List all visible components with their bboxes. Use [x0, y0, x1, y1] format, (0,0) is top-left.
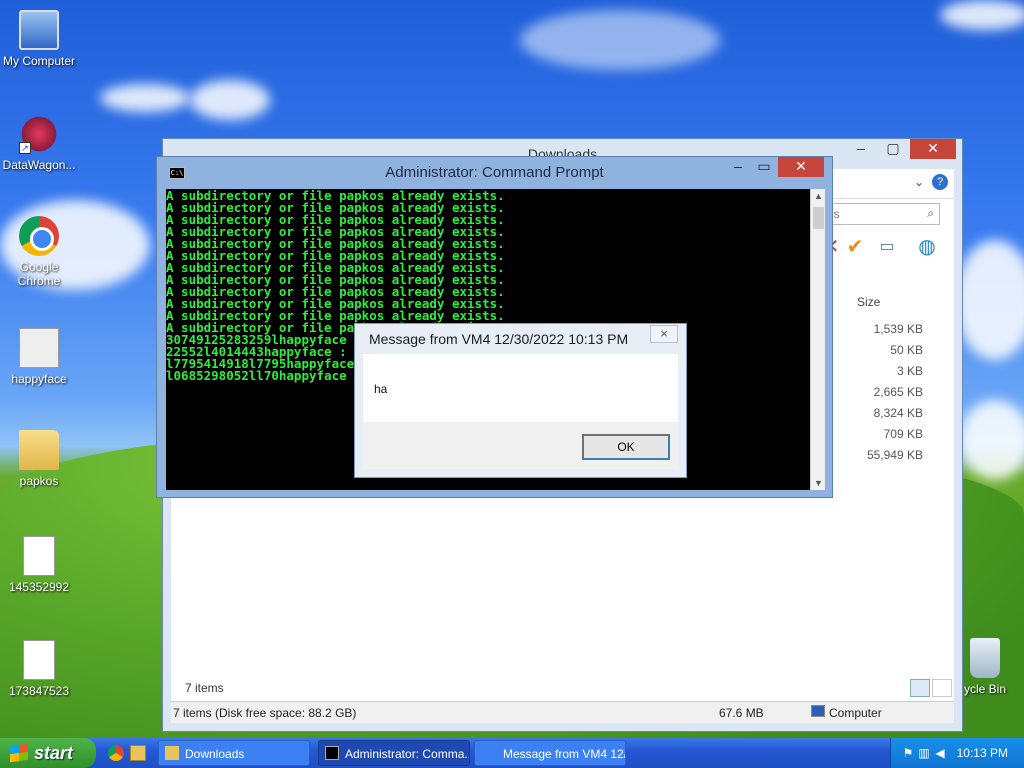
file-size: 1,539 KB: [873, 322, 923, 336]
cmd-title-bar[interactable]: C:\ Administrator: Command Prompt – ▭ ✕: [157, 157, 832, 189]
folder-icon: [165, 746, 179, 760]
search-icon[interactable]: ⌕: [927, 206, 934, 221]
task-label: Administrator: Comma...: [345, 747, 470, 761]
file-size: 709 KB: [883, 427, 923, 441]
file-size: 50 KB: [890, 343, 923, 357]
taskbar-item-command-prompt[interactable]: Administrator: Comma...: [318, 740, 470, 766]
computer-icon: [811, 705, 825, 717]
status-total-size: 67.6 MB: [719, 706, 764, 720]
status-disk-space: 7 items (Disk free space: 88.2 GB): [173, 706, 357, 720]
chrome-icon: [19, 216, 59, 256]
close-button[interactable]: ✕: [778, 157, 824, 177]
close-button[interactable]: ×: [650, 325, 678, 343]
taskbar-item-message[interactable]: Message from VM4 12/...: [474, 740, 626, 766]
size-column: 1,539 KB 50 KB 3 KB 2,665 KB 8,324 KB 70…: [831, 319, 923, 466]
desktop-icon-google-chrome[interactable]: Google Chrome: [0, 216, 78, 288]
properties-icon[interactable]: ▭: [875, 235, 899, 259]
vertical-scrollbar[interactable]: ▲ ▼: [810, 189, 825, 490]
cloud: [940, 0, 1024, 30]
clock[interactable]: 10:13 PM: [957, 746, 1008, 760]
windows-logo-icon: [10, 743, 28, 763]
action-center-flag-icon[interactable]: ⚑: [901, 746, 915, 760]
start-button[interactable]: start: [0, 738, 96, 768]
file-size: 2,665 KB: [873, 385, 923, 399]
toolbar: ✕ ✔ ▭ ◍: [819, 231, 954, 263]
text-file-icon: [23, 640, 55, 680]
desktop-icon-label: 173847523: [8, 684, 70, 698]
task-label: Message from VM4 12/...: [503, 747, 626, 761]
computer-icon: [19, 10, 59, 50]
desktop-icon-label: papkos: [19, 474, 59, 488]
volume-icon[interactable]: ◀: [933, 746, 947, 760]
help-icon[interactable]: ?: [932, 174, 948, 190]
item-count: 7 items: [185, 681, 224, 695]
taskbar-item-downloads[interactable]: Downloads: [158, 740, 310, 766]
large-icons-view-icon[interactable]: [932, 679, 952, 697]
column-header-size[interactable]: Size: [857, 295, 880, 309]
explorer-icon[interactable]: [130, 745, 146, 761]
cloud: [960, 400, 1024, 480]
dialog-message: ha: [374, 382, 388, 396]
status-location: Computer: [829, 706, 882, 720]
desktop-icon-label: Google Chrome: [17, 260, 61, 288]
ok-button[interactable]: OK: [582, 434, 670, 460]
scroll-up-icon[interactable]: ▲: [811, 189, 826, 203]
dialog-message-area: ha: [363, 354, 678, 422]
dialog-title-bar[interactable]: Message from VM4 12/30/2022 10:13 PM ×: [355, 324, 686, 354]
cmd-title: Administrator: Command Prompt: [385, 164, 604, 181]
desktop-icon-my-computer[interactable]: My Computer: [0, 10, 78, 68]
details-view-icon[interactable]: [910, 679, 930, 697]
task-label: Downloads: [185, 747, 245, 761]
cmd-icon: C:\: [169, 167, 185, 179]
folder-icon: [19, 430, 59, 470]
cloud: [190, 80, 270, 120]
desktop-icon-label: 145352992: [8, 580, 70, 594]
minimize-button[interactable]: –: [724, 157, 752, 177]
system-tray: ⚑ ▥ ◀ 10:13 PM: [890, 738, 1024, 768]
datawagon-icon: ↗: [19, 114, 59, 154]
cloud: [955, 240, 1024, 360]
taskbar: start Downloads Administrator: Comma... …: [0, 738, 1024, 768]
text-file-icon: [23, 536, 55, 576]
chevron-down-icon[interactable]: ⌄: [914, 175, 924, 189]
desktop-icon-145352992[interactable]: 145352992: [0, 536, 78, 594]
desktop-icon-datawagon[interactable]: ↗ DataWagon...: [0, 114, 78, 172]
close-button[interactable]: ✕: [910, 139, 956, 159]
desktop-icon-label: ycle Bin: [963, 682, 1007, 696]
cloud: [520, 10, 720, 70]
scroll-down-icon[interactable]: ▼: [811, 476, 826, 490]
desktop-icon-173847523[interactable]: 173847523: [0, 640, 78, 698]
file-size: 55,949 KB: [866, 448, 923, 462]
dialog-title: Message from VM4 12/30/2022 10:13 PM: [369, 331, 629, 347]
view-switcher: [910, 679, 954, 699]
cmd-icon: [325, 746, 339, 760]
dialog-button-area: OK: [363, 422, 678, 469]
file-size: 8,324 KB: [873, 406, 923, 420]
search-input[interactable]: [820, 203, 940, 225]
chrome-icon[interactable]: [108, 745, 124, 761]
scroll-thumb[interactable]: [813, 207, 824, 229]
desktop-icon-label: My Computer: [2, 54, 76, 68]
start-label: start: [34, 743, 74, 763]
gear-file-icon: [19, 328, 59, 368]
desktop-icon-papkos[interactable]: papkos: [0, 430, 78, 488]
cloud: [100, 84, 190, 112]
maximize-button[interactable]: ▢: [878, 139, 908, 159]
message-dialog[interactable]: Message from VM4 12/30/2022 10:13 PM × h…: [354, 323, 687, 478]
minimize-button[interactable]: –: [846, 139, 876, 159]
shortcut-arrow-icon: ↗: [19, 142, 31, 154]
checkmark-icon[interactable]: ✔: [843, 235, 867, 259]
status-bar: 7 items (Disk free space: 88.2 GB) 67.6 …: [171, 701, 954, 723]
globe-icon[interactable]: ◍: [915, 235, 939, 259]
maximize-button[interactable]: ▭: [750, 157, 778, 177]
network-icon[interactable]: ▥: [917, 746, 931, 760]
desktop-icon-happyface[interactable]: happyface: [0, 328, 78, 386]
file-size: 3 KB: [896, 364, 923, 378]
desktop-icon-label: DataWagon...: [2, 158, 76, 172]
recycle-bin-icon: [970, 638, 1000, 678]
desktop-icon-label: happyface: [11, 372, 67, 386]
